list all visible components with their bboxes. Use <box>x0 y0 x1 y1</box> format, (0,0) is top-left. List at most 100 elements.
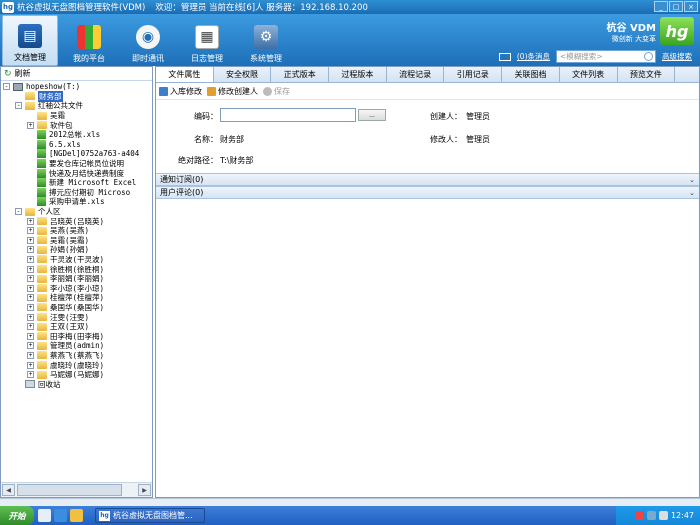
app-logo-icon: hg <box>2 1 14 13</box>
tool-label: 即时通讯 <box>132 54 164 63</box>
chevron-down-icon[interactable]: ⌄ <box>689 189 695 197</box>
tab-2[interactable]: 正式版本 <box>271 67 330 82</box>
refresh-label: 刷新 <box>14 69 31 78</box>
window-title: 杭谷虚拟无盘图档管理软件(VDM) <box>17 3 146 13</box>
modifier-label: 修改人： <box>430 135 462 144</box>
tree-node[interactable]: - 红袖公共文件 <box>1 101 152 111</box>
tree-node[interactable]: 6.5.xls <box>1 139 152 150</box>
tree-node[interactable]: - hopeshow(T:) <box>1 82 152 92</box>
excel-file-icon <box>37 178 46 188</box>
expand-icon[interactable]: + <box>27 265 34 273</box>
sidebar: ↻ 刷新 - hopeshow(T:) 财务部 - 红袖公共文件 吴霜 + 软件包 2012总帐… <box>0 66 153 498</box>
folder-icon <box>37 370 47 379</box>
ie-icon[interactable] <box>54 509 67 522</box>
close-icon[interactable]: × <box>684 1 698 12</box>
expand-icon[interactable]: + <box>27 371 34 379</box>
toolbar-right: (0)条消息 <模糊搜索> 高级搜索 <box>498 50 692 63</box>
folder-icon <box>37 284 47 293</box>
tool-label: 日志管理 <box>191 54 223 63</box>
tab-1[interactable]: 安全权限 <box>214 67 272 82</box>
collapse-icon[interactable]: - <box>15 102 22 110</box>
tab-4[interactable]: 流程记录 <box>387 67 445 82</box>
advanced-search-link[interactable]: 高级搜索 <box>662 51 692 62</box>
name-value: 财务部 <box>220 135 244 144</box>
change-creator-button[interactable]: 修改创建人 <box>207 86 258 97</box>
expand-icon[interactable]: + <box>27 342 34 350</box>
tree-node[interactable]: 回收站 <box>1 379 152 389</box>
excel-file-icon <box>37 159 46 169</box>
scroll-left-icon[interactable]: ◀ <box>2 484 15 496</box>
main-toolbar: ▤ 文档管理 我的平台 ◉ 即时通讯 ▦ 日志管理 ⚙ 系统管理 杭谷 VDM … <box>0 14 700 66</box>
search-input[interactable]: <模糊搜索> <box>556 50 656 63</box>
scroll-thumb[interactable] <box>17 484 122 496</box>
maximize-icon[interactable]: □ <box>669 1 683 12</box>
folder-icon <box>37 226 47 235</box>
tool-my-platform[interactable]: 我的平台 <box>61 14 117 66</box>
tool-system-management[interactable]: ⚙ 系统管理 <box>238 14 294 66</box>
brand-slogan: 微创新 大变革 <box>611 34 656 43</box>
horizontal-scrollbar[interactable]: ◀ ▶ <box>1 482 152 497</box>
status-bar <box>0 498 700 506</box>
expand-icon[interactable]: + <box>27 303 34 311</box>
refresh-button[interactable]: ↻ 刷新 <box>1 67 152 81</box>
tab-8[interactable]: 预览文件 <box>618 67 676 82</box>
folder-icon <box>37 236 47 245</box>
folder-icon[interactable] <box>70 509 83 522</box>
save-button[interactable]: 保存 <box>263 86 290 97</box>
taskbar-app-button[interactable]: hg 杭谷虚拟无盘图档管... <box>95 508 205 523</box>
scroll-right-icon[interactable]: ▶ <box>138 484 151 496</box>
chevron-down-icon[interactable]: ⌄ <box>689 176 695 184</box>
tab-5[interactable]: 引用记录 <box>444 67 503 82</box>
tool-log-management[interactable]: ▦ 日志管理 <box>179 14 235 66</box>
task-label: 杭谷虚拟无盘图档管... <box>113 511 193 520</box>
checkin-edit-button[interactable]: 入库修改 <box>159 86 202 97</box>
tool-document-management[interactable]: ▤ 文档管理 <box>2 15 58 66</box>
network-icon[interactable] <box>646 511 656 520</box>
minimize-icon[interactable]: _ <box>654 1 668 12</box>
messages-link[interactable]: (0)条消息 <box>517 51 550 62</box>
expand-icon[interactable]: + <box>27 255 34 263</box>
expand-icon[interactable]: + <box>27 332 34 340</box>
tree-node[interactable]: 采购申请单.xls <box>1 197 152 207</box>
tab-3[interactable]: 过程版本 <box>329 67 387 82</box>
tree-node[interactable]: 吴霜 <box>1 111 152 121</box>
expand-icon[interactable]: + <box>27 294 34 302</box>
log-icon: ▦ <box>195 25 219 49</box>
tab-0[interactable]: 文件属性 <box>156 67 214 82</box>
expand-icon[interactable]: + <box>27 313 34 321</box>
properties-form: 编码： ... 创建人： 管理员 名称： 财务部 修改人： 管理员 绝对路径： … <box>156 100 699 172</box>
expand-icon[interactable]: + <box>27 361 34 369</box>
tab-7[interactable]: 文件列表 <box>560 67 618 82</box>
creator-value: 管理员 <box>466 112 490 121</box>
security-icon[interactable] <box>634 511 644 520</box>
expand-icon[interactable]: + <box>27 246 34 254</box>
tool-label: 我的平台 <box>73 54 105 63</box>
expand-icon[interactable]: + <box>27 217 34 225</box>
folder-icon <box>37 322 47 331</box>
desktop-icon[interactable] <box>38 509 51 522</box>
taskbar: 开始 hg 杭谷虚拟无盘图档管... 12:47 <box>0 506 700 525</box>
notify-subscription-section[interactable]: 通知订阅(0) ⌄ <box>156 173 699 186</box>
expand-icon[interactable]: + <box>27 284 34 292</box>
tab-6[interactable]: 关联图档 <box>502 67 560 82</box>
expand-icon[interactable]: + <box>27 236 34 244</box>
tree-node[interactable]: 2012总帐.xls <box>1 130 152 140</box>
expand-icon[interactable]: + <box>27 227 34 235</box>
title-bar: hg 杭谷虚拟无盘图档管理软件(VDM) 欢迎：管理员 当前在线[6]人 服务器… <box>0 0 700 14</box>
tree-node[interactable]: + 马妮娜(马妮娜) <box>1 370 152 380</box>
tool-instant-messaging[interactable]: ◉ 即时通讯 <box>120 14 176 66</box>
expand-icon[interactable]: + <box>27 275 34 283</box>
expand-icon[interactable]: + <box>27 121 34 129</box>
code-input[interactable] <box>220 108 356 122</box>
browse-button[interactable]: ... <box>358 109 386 121</box>
welcome-text: 欢迎：管理员 当前在线[6]人 服务器：192.168.10.200 <box>155 3 368 13</box>
user-comments-section[interactable]: 用户评论(0) ⌄ <box>156 186 699 199</box>
expand-icon[interactable]: + <box>27 351 34 359</box>
expand-icon[interactable]: + <box>27 323 34 331</box>
volume-icon[interactable] <box>658 511 668 520</box>
collapse-icon[interactable]: - <box>3 83 10 91</box>
start-button[interactable]: 开始 <box>0 506 34 525</box>
search-icon[interactable] <box>644 52 653 61</box>
collapse-icon[interactable]: - <box>15 208 22 216</box>
folder-icon <box>37 341 47 350</box>
